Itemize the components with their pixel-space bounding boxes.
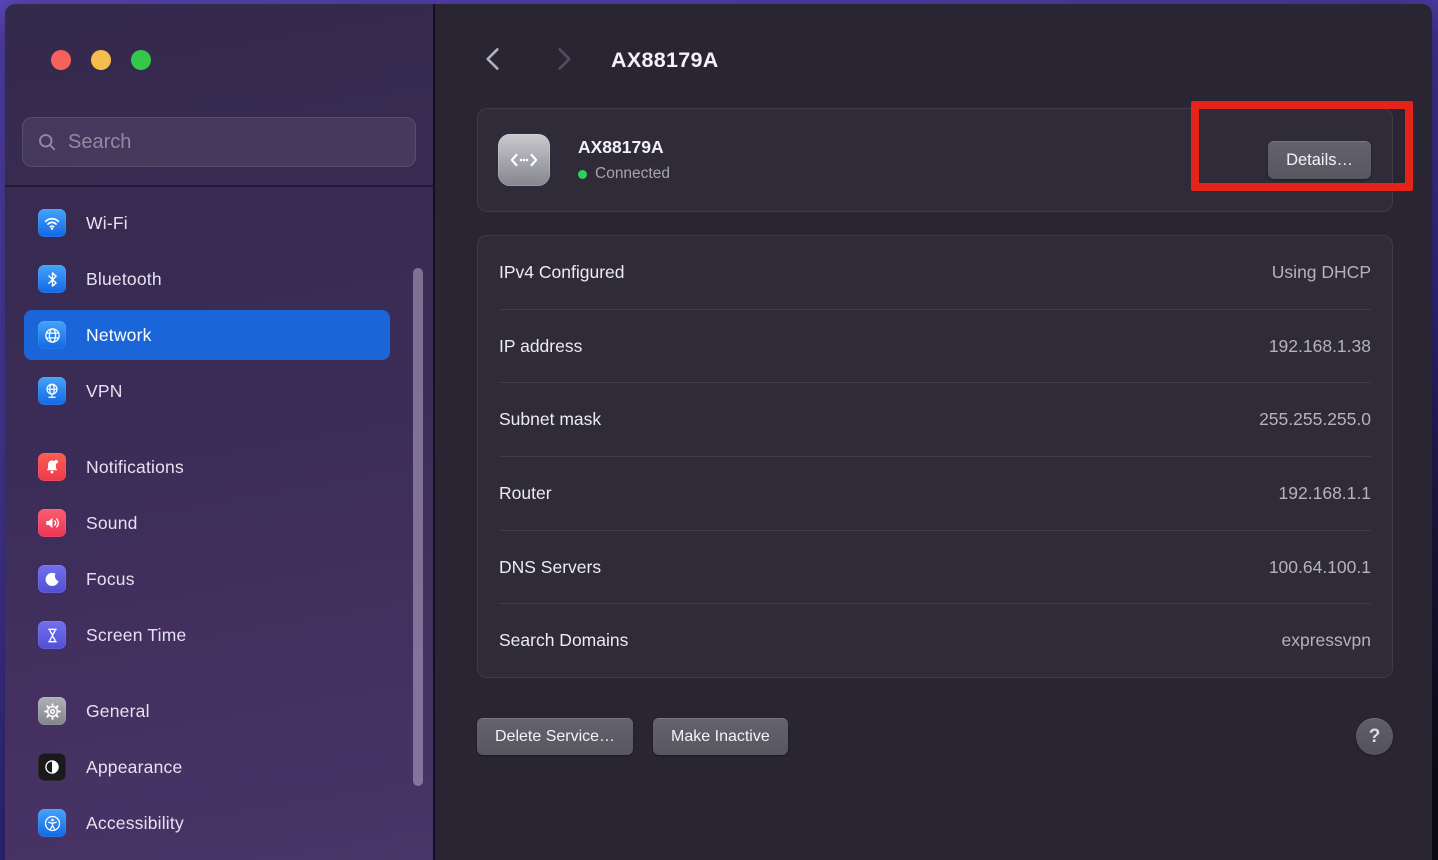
- sidebar-item-sound[interactable]: Sound: [24, 498, 390, 548]
- sidebar-item-vpn[interactable]: VPN: [24, 366, 390, 416]
- speaker-icon: [38, 509, 66, 537]
- network-detail-panel: AX88179A AX88179A Connected Details…: [435, 4, 1432, 860]
- connection-status: Connected: [595, 165, 670, 183]
- back-button[interactable]: [481, 46, 503, 72]
- help-button[interactable]: ?: [1356, 718, 1393, 755]
- ethernet-adapter-icon: [498, 134, 550, 186]
- sidebar-item-label: Network: [86, 325, 152, 346]
- setting-row-ip-address: IP address 192.168.1.38: [478, 310, 1392, 383]
- sidebar-group-system: General Appearance Access: [24, 686, 390, 848]
- search-input[interactable]: [68, 131, 401, 154]
- adapter-summary-card: AX88179A Connected Details…: [477, 108, 1393, 212]
- sidebar-item-label: General: [86, 701, 150, 722]
- bluetooth-icon: [38, 265, 66, 293]
- sidebar-item-accessibility[interactable]: Accessibility: [24, 798, 390, 848]
- vpn-globe-icon: [38, 377, 66, 405]
- zoom-window-button[interactable]: [131, 50, 151, 70]
- make-inactive-button[interactable]: Make Inactive: [653, 718, 788, 755]
- sidebar-item-label: Sound: [86, 513, 138, 534]
- sidebar-item-label: Notifications: [86, 457, 184, 478]
- sidebar-scrollbar[interactable]: [413, 268, 423, 786]
- bell-icon: [38, 453, 66, 481]
- sidebar-group-alerts: Notifications Sound Focus: [24, 442, 390, 660]
- sidebar-item-network[interactable]: Network: [24, 310, 390, 360]
- ip-settings-card: IPv4 Configured Using DHCP IP address 19…: [477, 235, 1393, 678]
- back-chevron-icon: [485, 47, 500, 71]
- setting-row-dns-servers: DNS Servers 100.64.100.1: [478, 531, 1392, 604]
- setting-row-subnet-mask: Subnet mask 255.255.255.0: [478, 383, 1392, 456]
- sidebar: Wi-Fi Bluetooth Network: [5, 4, 433, 860]
- setting-label: DNS Servers: [499, 557, 601, 578]
- setting-row-search-domains: Search Domains expressvpn: [478, 604, 1392, 677]
- setting-label: Search Domains: [499, 630, 628, 651]
- sidebar-item-general[interactable]: General: [24, 686, 390, 736]
- setting-label: IPv4 Configured: [499, 262, 625, 283]
- setting-value: 255.255.255.0: [1259, 409, 1371, 430]
- sidebar-divider: [5, 185, 433, 187]
- sidebar-item-appearance[interactable]: Appearance: [24, 742, 390, 792]
- globe-icon: [38, 321, 66, 349]
- delete-service-button[interactable]: Delete Service…: [477, 718, 633, 755]
- setting-row-ipv4-configured: IPv4 Configured Using DHCP: [478, 236, 1392, 309]
- sidebar-item-label: Screen Time: [86, 625, 186, 646]
- connected-status-dot: [578, 170, 587, 179]
- accessibility-icon: [38, 809, 66, 837]
- sidebar-item-label: Wi-Fi: [86, 213, 128, 234]
- footer-actions: Delete Service… Make Inactive ?: [477, 718, 1393, 756]
- forward-button[interactable]: [553, 46, 575, 72]
- sidebar-item-label: Accessibility: [86, 813, 184, 834]
- contrast-icon: [38, 753, 66, 781]
- sidebar-item-label: Appearance: [86, 757, 182, 778]
- search-icon: [37, 132, 57, 152]
- traffic-lights: [51, 50, 151, 70]
- setting-label: Router: [499, 483, 552, 504]
- adapter-name: AX88179A: [578, 137, 670, 158]
- setting-row-router: Router 192.168.1.1: [478, 457, 1392, 530]
- page-title: AX88179A: [611, 48, 719, 73]
- moon-icon: [38, 565, 66, 593]
- setting-value: expressvpn: [1282, 630, 1372, 651]
- sidebar-item-label: Focus: [86, 569, 135, 590]
- setting-value: 192.168.1.38: [1269, 336, 1371, 357]
- system-settings-window: Wi-Fi Bluetooth Network: [5, 4, 1432, 860]
- sidebar-item-notifications[interactable]: Notifications: [24, 442, 390, 492]
- sidebar-item-bluetooth[interactable]: Bluetooth: [24, 254, 390, 304]
- sidebar-item-wifi[interactable]: Wi-Fi: [24, 198, 390, 248]
- sidebar-group-connectivity: Wi-Fi Bluetooth Network: [24, 198, 390, 416]
- hourglass-icon: [38, 621, 66, 649]
- minimize-window-button[interactable]: [91, 50, 111, 70]
- sidebar-nav: Wi-Fi Bluetooth Network: [24, 198, 390, 854]
- setting-label: Subnet mask: [499, 409, 601, 430]
- wifi-icon: [38, 209, 66, 237]
- sidebar-item-label: VPN: [86, 381, 123, 402]
- setting-value: Using DHCP: [1272, 262, 1371, 283]
- sidebar-item-label: Bluetooth: [86, 269, 162, 290]
- setting-label: IP address: [499, 336, 582, 357]
- sidebar-item-screen-time[interactable]: Screen Time: [24, 610, 390, 660]
- close-window-button[interactable]: [51, 50, 71, 70]
- setting-value: 192.168.1.1: [1279, 483, 1371, 504]
- setting-value: 100.64.100.1: [1269, 557, 1371, 578]
- details-button[interactable]: Details…: [1268, 141, 1371, 179]
- search-field[interactable]: [22, 117, 416, 167]
- sidebar-item-focus[interactable]: Focus: [24, 554, 390, 604]
- forward-chevron-icon: [557, 47, 572, 71]
- gear-icon: [38, 697, 66, 725]
